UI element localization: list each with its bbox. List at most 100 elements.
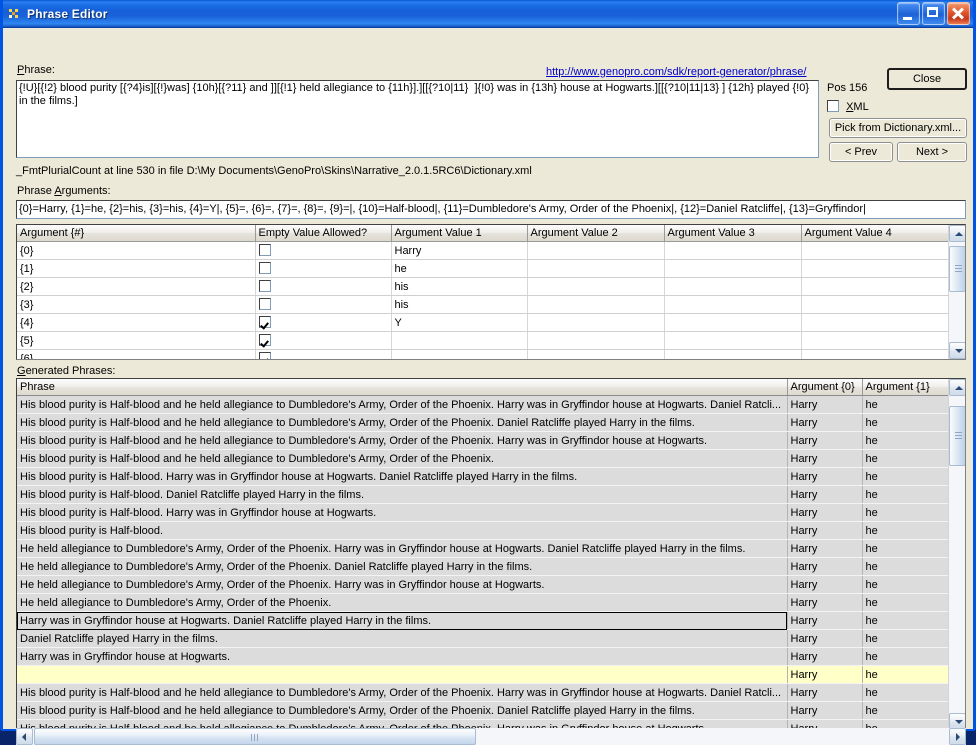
argument-value-cell[interactable]: Y [391,313,528,332]
minimize-button[interactable] [897,2,920,25]
argument0-cell[interactable]: Harry [787,701,863,720]
argument1-cell[interactable]: he [862,503,951,522]
phrase-cell[interactable]: Daniel Ratcliffe played Harry in the fil… [17,629,788,648]
phrases-scroll-up-arrow[interactable] [949,379,965,396]
argument-value-cell[interactable] [664,241,802,260]
argument-key-cell[interactable]: {3} [17,295,256,314]
phrase-cell[interactable]: His blood purity is Half-blood and he he… [17,683,788,702]
argument-value-cell[interactable] [664,331,802,350]
table-row[interactable]: {4} Y [17,313,951,332]
phrase-arguments-input[interactable]: {0}=Harry, {1}=he, {2}=his, {3}=his, {4}… [16,200,966,219]
argument-value-cell[interactable] [527,313,665,332]
empty-allowed-checkbox[interactable] [258,334,271,346]
argument0-cell[interactable]: Harry [787,395,863,414]
list-item[interactable]: Harry was in Gryffindor house at Hogwart… [17,611,951,630]
empty-allowed-cell[interactable] [255,277,392,296]
argument0-cell[interactable]: Harry [787,611,863,630]
argument-value-cell[interactable]: Harry [391,241,528,260]
argument-key-cell[interactable]: {5} [17,331,256,350]
empty-allowed-checkbox[interactable] [258,280,271,292]
list-item[interactable]: He held allegiance to Dumbledore's Army,… [17,557,951,576]
argument1-cell[interactable]: he [862,665,951,684]
list-item[interactable]: He held allegiance to Dumbledore's Army,… [17,593,951,612]
argument-value-cell[interactable] [527,331,665,350]
next-button[interactable]: Next > [897,142,967,162]
argument0-cell[interactable]: Harry [787,503,863,522]
arguments-scroll-track[interactable] [949,242,965,342]
argument1-cell[interactable]: he [862,395,951,414]
phrase-cell[interactable]: He held allegiance to Dumbledore's Army,… [17,557,788,576]
arguments-scroll-up-arrow[interactable] [949,225,965,242]
argument-value-cell[interactable] [801,331,951,350]
argument0-cell[interactable]: Harry [787,557,863,576]
phrases-scroll-thumb[interactable] [949,406,965,466]
phrase-cell[interactable]: His blood purity is Half-blood. Harry wa… [17,467,788,486]
maximize-button[interactable] [922,2,945,25]
phrase-cell[interactable]: His blood purity is Half-blood and he he… [17,395,788,414]
empty-allowed-cell[interactable] [255,241,392,260]
list-item[interactable]: His blood purity is Half-blood and he he… [17,701,951,720]
argument0-cell[interactable]: Harry [787,575,863,594]
argument0-cell[interactable]: Harry [787,521,863,540]
argument-key-cell[interactable]: {2} [17,277,256,296]
argument-value-cell[interactable] [664,295,802,314]
empty-allowed-cell[interactable] [255,313,392,332]
list-item[interactable]: His blood purity is Half-blood and he he… [17,413,951,432]
empty-allowed-cell[interactable] [255,349,392,359]
argument-value-cell[interactable] [801,259,951,278]
argument1-cell[interactable]: he [862,611,951,630]
table-row[interactable]: {5} [17,331,951,350]
col-argument-value-2[interactable]: Argument Value 2 [527,225,665,242]
table-row[interactable]: {3} his [17,295,951,314]
argument-value-cell[interactable] [801,349,951,359]
argument-value-cell[interactable] [801,313,951,332]
argument0-cell[interactable]: Harry [787,467,863,486]
col-argument-value-4[interactable]: Argument Value 4 [801,225,951,242]
table-row[interactable]: {6} [17,349,951,359]
phrases-scroll-track[interactable] [949,396,965,713]
argument-value-cell[interactable] [801,295,951,314]
argument-value-cell[interactable] [527,295,665,314]
list-item[interactable]: His blood purity is Half-blood and he he… [17,449,951,468]
argument0-cell[interactable]: Harry [787,413,863,432]
phrases-vertical-scrollbar[interactable] [948,379,965,730]
pick-from-dictionary-button[interactable]: Pick from Dictionary.xml... [829,118,967,138]
argument0-cell[interactable]: Harry [787,449,863,468]
argument-value-cell[interactable] [664,349,802,359]
argument0-cell[interactable]: Harry [787,431,863,450]
list-item[interactable]: Daniel Ratcliffe played Harry in the fil… [17,629,951,648]
argument0-cell[interactable]: Harry [787,629,863,648]
phrase-cell[interactable]: Harry was in Gryffindor house at Hogwart… [17,611,788,630]
close-button[interactable]: Close [887,68,967,90]
argument1-cell[interactable]: he [862,647,951,666]
phrase-cell[interactable]: His blood purity is Half-blood. Daniel R… [17,485,788,504]
argument1-cell[interactable]: he [862,575,951,594]
table-row[interactable]: {2} his [17,277,951,296]
empty-allowed-checkbox[interactable] [258,352,271,359]
phrase-cell[interactable]: His blood purity is Half-blood and he he… [17,449,788,468]
list-item[interactable]: His blood purity is Half-blood. Harry he [17,521,951,540]
argument-value-cell[interactable]: he [391,259,528,278]
list-item[interactable]: His blood purity is Half-blood and he he… [17,431,951,450]
phrase-cell[interactable]: His blood purity is Half-blood and he he… [17,431,788,450]
list-item[interactable]: He held allegiance to Dumbledore's Army,… [17,575,951,594]
argument1-cell[interactable]: he [862,485,951,504]
argument1-cell[interactable]: he [862,521,951,540]
phrase-cell[interactable]: Harry was in Gryffindor house at Hogwart… [17,647,788,666]
argument-value-cell[interactable] [664,277,802,296]
empty-allowed-checkbox[interactable] [258,316,271,328]
argument1-cell[interactable]: he [862,593,951,612]
argument0-cell[interactable]: Harry [787,485,863,504]
argument0-cell[interactable]: Harry [787,593,863,612]
col-argument-0[interactable]: Argument {0} [787,379,863,396]
argument-value-cell[interactable]: his [391,295,528,314]
help-link[interactable]: http://www.genopro.com/sdk/report-genera… [546,66,806,78]
arguments-scroll-down-arrow[interactable] [949,342,965,359]
col-argument-1[interactable]: Argument {1} [862,379,951,396]
argument1-cell[interactable]: he [862,557,951,576]
phrase-cell[interactable]: He held allegiance to Dumbledore's Army,… [17,539,788,558]
phrase-cell[interactable]: He held allegiance to Dumbledore's Army,… [17,575,788,594]
list-item[interactable]: His blood purity is Half-blood and he he… [17,683,951,702]
phrase-cell[interactable]: His blood purity is Half-blood and he he… [17,701,788,720]
xml-checkbox[interactable] [827,100,839,112]
